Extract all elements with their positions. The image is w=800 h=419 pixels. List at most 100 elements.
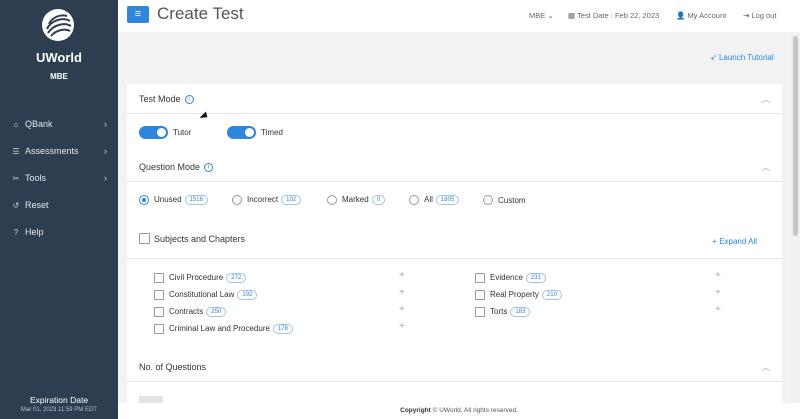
sidebar-item-tools[interactable]: ✂ Tools › [0, 167, 118, 189]
divider [127, 181, 782, 182]
expand-subject-icon[interactable]: + [715, 270, 721, 281]
radio-all-label: All 1805 [424, 195, 460, 205]
launch-tutorial-link[interactable]: ➶ Launch Tutorial [710, 53, 774, 62]
tools-icon: ✂ [12, 173, 20, 183]
divider [127, 113, 782, 114]
question-mode-title: Question Mode [139, 162, 201, 172]
logout-label: Log out [751, 11, 777, 20]
calendar-icon: ▦ [568, 11, 578, 20]
subject-checkbox[interactable] [475, 290, 485, 300]
radio-unused[interactable] [139, 195, 149, 205]
subject-checkbox[interactable] [154, 307, 164, 317]
radio-all[interactable] [409, 195, 419, 205]
sidebar-item-label: Assessments [25, 146, 79, 156]
sidebar-item-label: Reset [25, 200, 49, 210]
test-date[interactable]: ▦ Test Date : Feb 22, 2023 [568, 11, 659, 20]
scrollbar[interactable] [791, 32, 800, 403]
divider [127, 381, 782, 382]
expiration-title: Expiration Date [29, 395, 89, 405]
expand-subject-icon[interactable]: + [399, 287, 405, 298]
page-title: Create Test [157, 4, 244, 23]
radio-unused-label: Unused 1516 [154, 195, 208, 205]
subject-constitutional-law: Constitutional Law 192 [169, 290, 258, 300]
expand-subject-icon[interactable]: + [715, 304, 721, 315]
expiration-date: Mar 01, 2023 11:59 PM EDT [21, 407, 97, 413]
test-mode-section-title: Test Mode i [139, 94, 194, 105]
subject-contracts: Contracts 250 [169, 307, 227, 317]
my-account-link[interactable]: 👤 My Account [676, 11, 726, 20]
help-icon: ? [13, 227, 19, 237]
top-header: ≡ Create Test MBE ⌄ ▦ Test Date : Feb 22… [118, 0, 800, 32]
expand-all-link[interactable]: + Expand All [712, 237, 757, 246]
timed-toggle-label: Timed [261, 128, 283, 137]
count-badge: 178 [272, 324, 293, 334]
info-icon[interactable]: i [204, 163, 214, 173]
create-test-card: Test Mode i ︿ Tutor Timed Question Mode i … [127, 84, 782, 410]
logout-link[interactable]: ⇥ Log out [743, 11, 776, 20]
exam-select-value: MBE [529, 11, 546, 20]
count-badge: 1516 [184, 195, 208, 205]
send-icon: ➶ [710, 53, 719, 62]
count-badge: 272 [226, 273, 247, 283]
radio-incorrect[interactable] [232, 195, 242, 205]
bank-icon: ⌂ [13, 119, 19, 129]
subject-torts: Torts 183 [490, 307, 531, 317]
subject-checkbox[interactable] [475, 307, 485, 317]
select-all-subjects-checkbox[interactable] [139, 233, 150, 244]
sidebar-item-assessments[interactable]: ☰ Assessments › [0, 140, 118, 162]
launch-tutorial-label: Launch Tutorial [718, 53, 774, 62]
timed-toggle[interactable] [227, 126, 256, 139]
count-badge: 192 [237, 290, 258, 300]
footer: Copyright © UWorld. All rights reserved. [118, 403, 800, 419]
count-badge: 1805 [435, 195, 460, 205]
uworld-logo [42, 9, 74, 41]
count-badge: 0 [371, 195, 386, 205]
test-date-label: Test Date : Feb 22, 2023 [577, 11, 660, 20]
subject-checkbox[interactable] [154, 324, 164, 334]
sidebar-item-reset[interactable]: ↺ Reset [0, 194, 118, 216]
sidebar-item-label: QBank [25, 119, 53, 129]
collapse-test-mode-icon[interactable]: ︿ [762, 94, 770, 105]
collapse-num-questions-icon[interactable]: ︿ [762, 362, 770, 373]
expand-subject-icon[interactable]: + [399, 321, 405, 332]
divider [127, 258, 782, 259]
sidebar-item-label: Help [25, 227, 44, 237]
expand-subject-icon[interactable]: + [399, 304, 405, 315]
chevron-down-icon: ⌄ [547, 11, 554, 20]
copyright-label: Copyright [400, 407, 431, 414]
subject-criminal-law: Criminal Law and Procedure 178 [169, 324, 293, 334]
radio-marked[interactable] [327, 195, 337, 205]
expand-subject-icon[interactable]: + [715, 287, 721, 298]
count-badge: 183 [510, 307, 531, 317]
chevron-right-icon: › [104, 173, 107, 183]
user-icon: 👤 [676, 11, 688, 20]
subject-real-property: Real Property 210 [490, 290, 562, 300]
test-mode-title: Test Mode [139, 94, 181, 104]
count-badge: 250 [206, 307, 227, 317]
exam-select[interactable]: MBE ⌄ [529, 11, 554, 20]
radio-custom-label: Custom [498, 196, 526, 205]
count-badge: 210 [541, 290, 562, 300]
subject-civil-procedure: Civil Procedure 272 [169, 273, 247, 283]
info-icon[interactable]: i [184, 95, 194, 105]
sidebar-item-label: Tools [25, 173, 47, 183]
menu-toggle-button[interactable]: ≡ [127, 6, 149, 23]
subject-evidence: Evidence 231 [490, 273, 546, 283]
radio-custom[interactable] [483, 195, 493, 205]
scrollbar-thumb[interactable] [793, 36, 798, 236]
subject-checkbox[interactable] [475, 273, 485, 283]
chevron-right-icon: › [104, 119, 107, 129]
chevron-right-icon: › [104, 146, 107, 156]
reset-icon: ↺ [12, 200, 20, 210]
expand-subject-icon[interactable]: + [399, 270, 405, 281]
brand-name: UWorld [36, 50, 82, 65]
sidebar-item-qbank[interactable]: ⌂ QBank › [0, 113, 118, 135]
subject-checkbox[interactable] [154, 273, 164, 283]
collapse-question-mode-icon[interactable]: ︿ [762, 162, 770, 173]
count-badge: 231 [525, 273, 546, 283]
sidebar-item-help[interactable]: ? Help [0, 221, 118, 243]
expand-all-label: Expand All [719, 237, 757, 246]
subject-checkbox[interactable] [154, 290, 164, 300]
count-badge: 102 [281, 195, 302, 205]
tutor-toggle[interactable] [139, 126, 168, 139]
